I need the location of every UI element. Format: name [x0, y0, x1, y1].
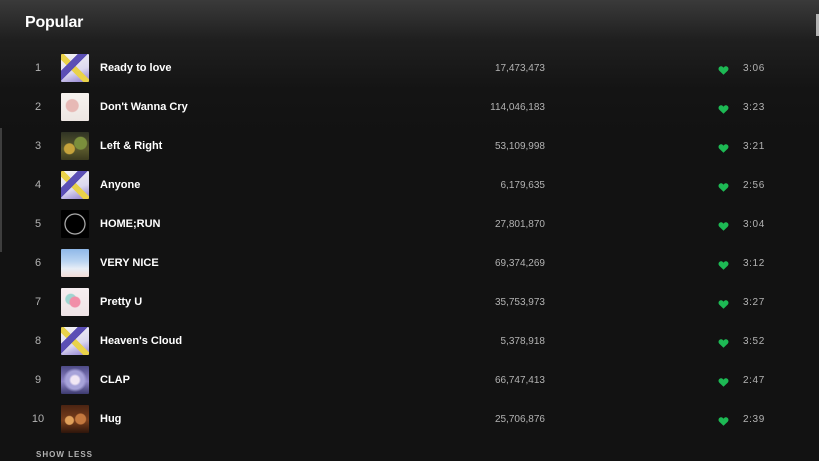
section-title: Popular	[25, 14, 84, 31]
show-less-button[interactable]: SHOW LESS	[36, 450, 93, 459]
heart-icon[interactable]	[718, 336, 729, 348]
track-title[interactable]: Pretty U	[100, 283, 142, 322]
track-number: 1	[34, 62, 42, 74]
play-count: 35,753,973	[494, 297, 545, 308]
play-count: 114,046,183	[490, 102, 545, 113]
track-duration: 3:23	[743, 102, 765, 113]
track-number: 3	[34, 140, 42, 152]
heart-icon[interactable]	[718, 297, 729, 309]
track-row[interactable]: 2 Don't Wanna Cry 114,046,183 3:23	[0, 88, 819, 127]
track-duration: 2:47	[743, 375, 765, 386]
track-number: 6	[34, 257, 42, 269]
play-count: 27,801,870	[494, 219, 545, 230]
heart-icon[interactable]	[718, 258, 729, 270]
track-row[interactable]: 3 Left & Right 53,109,998 3:21	[0, 127, 819, 166]
play-count: 53,109,998	[494, 141, 545, 152]
heart-icon[interactable]	[718, 180, 729, 192]
heart-icon[interactable]	[718, 219, 729, 231]
track-row[interactable]: 8 Heaven's Cloud 5,378,918 3:52	[0, 322, 819, 361]
track-duration: 3:04	[743, 219, 765, 230]
album-art	[61, 93, 89, 121]
album-art	[61, 405, 89, 433]
track-row[interactable]: 1 Ready to love 17,473,473 3:06	[0, 49, 819, 88]
track-row[interactable]: 6 VERY NICE 69,374,269 3:12	[0, 244, 819, 283]
popular-tracks-panel: Popular 1 Ready to love 17,473,473 3:06 2 Don…	[0, 0, 819, 461]
heart-icon[interactable]	[718, 141, 729, 153]
track-title[interactable]: Anyone	[100, 166, 140, 205]
album-art	[61, 210, 89, 238]
play-count: 66,747,413	[494, 375, 545, 386]
track-row[interactable]: 7 Pretty U 35,753,973 3:27	[0, 283, 819, 322]
play-count: 17,473,473	[494, 63, 545, 74]
track-number: 5	[34, 218, 42, 230]
play-count: 25,706,876	[494, 414, 545, 425]
track-number: 8	[34, 335, 42, 347]
track-row[interactable]: 10 Hug 25,706,876 2:39	[0, 400, 819, 439]
track-title[interactable]: VERY NICE	[100, 244, 159, 283]
track-title[interactable]: CLAP	[100, 361, 130, 400]
track-number: 7	[34, 296, 42, 308]
track-duration: 3:52	[743, 336, 765, 347]
heart-icon[interactable]	[718, 414, 729, 426]
track-number: 2	[34, 101, 42, 113]
album-art	[61, 171, 89, 199]
track-title[interactable]: Hug	[100, 400, 121, 439]
track-duration: 3:21	[743, 141, 765, 152]
heart-icon[interactable]	[718, 102, 729, 114]
album-art	[61, 366, 89, 394]
track-list: 1 Ready to love 17,473,473 3:06 2 Don't Wanna…	[0, 49, 819, 439]
track-duration: 2:56	[743, 180, 765, 191]
track-row[interactable]: 4 Anyone 6,179,635 2:56	[0, 166, 819, 205]
track-duration: 3:12	[743, 258, 765, 269]
heart-icon[interactable]	[718, 63, 729, 75]
track-title[interactable]: Don't Wanna Cry	[100, 88, 188, 127]
track-row[interactable]: 9 CLAP 66,747,413 2:47	[0, 361, 819, 400]
track-title[interactable]: HOME;RUN	[100, 205, 161, 244]
track-number: 9	[34, 374, 42, 386]
album-art	[61, 327, 89, 355]
track-duration: 3:06	[743, 63, 765, 74]
play-count: 6,179,635	[500, 180, 546, 191]
album-art	[61, 249, 89, 277]
track-title[interactable]: Heaven's Cloud	[100, 322, 182, 361]
album-art	[61, 132, 89, 160]
play-count: 5,378,918	[500, 336, 546, 347]
track-number: 10	[31, 413, 45, 425]
track-title[interactable]: Left & Right	[100, 127, 162, 166]
album-art	[61, 288, 89, 316]
track-duration: 3:27	[743, 297, 765, 308]
track-number: 4	[34, 179, 42, 191]
play-count: 69,374,269	[494, 258, 545, 269]
track-row[interactable]: 5 HOME;RUN 27,801,870 3:04	[0, 205, 819, 244]
track-title[interactable]: Ready to love	[100, 49, 172, 88]
heart-icon[interactable]	[718, 375, 729, 387]
album-art	[61, 54, 89, 82]
track-duration: 2:39	[743, 414, 765, 425]
